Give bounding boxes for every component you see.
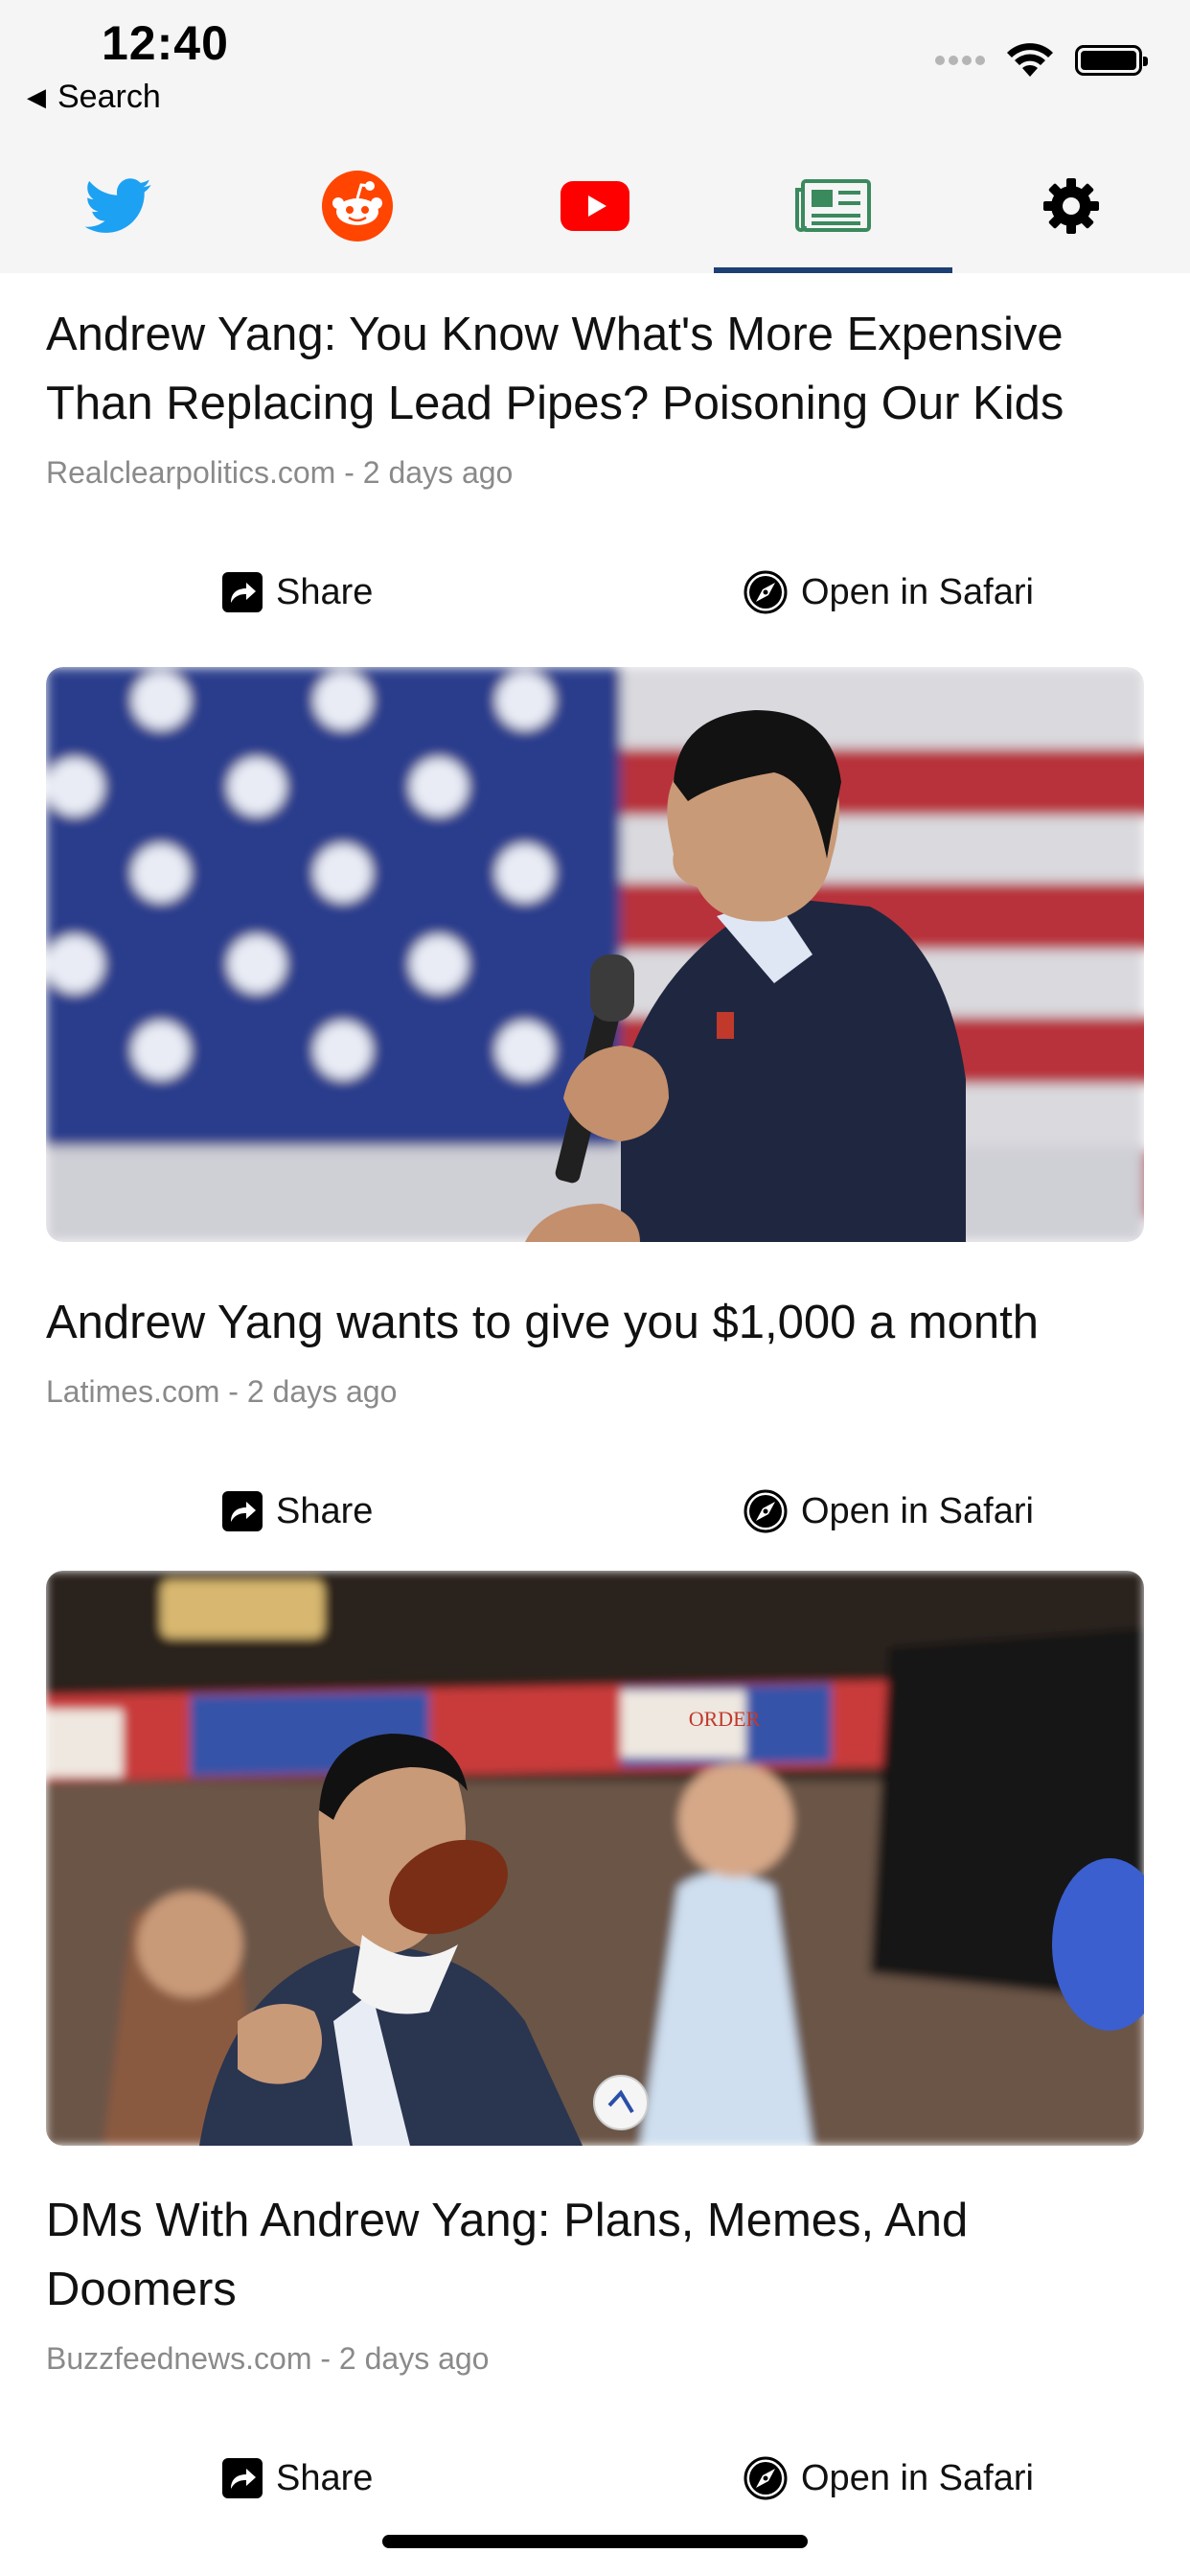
status-time: 12:40 (102, 16, 229, 70)
share-button[interactable]: Share (222, 533, 373, 652)
share-icon (222, 2458, 263, 2498)
share-button[interactable]: Share (222, 2419, 373, 2538)
article-source-date: Realclearpolitics.com - 2 days ago (46, 455, 514, 490)
tab-settings[interactable] (952, 139, 1190, 273)
status-icons (935, 42, 1148, 79)
source-tab-bar (0, 139, 1190, 273)
reddit-alien-icon (321, 171, 393, 242)
share-icon (222, 1491, 263, 1531)
cellular-signal-icon (935, 56, 985, 65)
gear-icon (1042, 178, 1099, 234)
compass-icon (744, 1489, 788, 1533)
open-in-safari-label: Open in Safari (801, 571, 1034, 612)
article-card[interactable]: ORDER DMs With Andrew Yang: Plans, Memes… (0, 1571, 1190, 2538)
share-button[interactable]: Share (222, 1452, 373, 1571)
open-in-safari-button[interactable]: Open in Safari (744, 533, 1034, 652)
open-in-safari-label: Open in Safari (801, 2457, 1034, 2498)
article-card[interactable]: Andrew Yang: You Know What's More Expens… (0, 273, 1190, 652)
article-source-date: Buzzfeednews.com - 2 days ago (46, 2341, 490, 2376)
tab-twitter[interactable] (0, 139, 238, 273)
tab-reddit[interactable] (238, 139, 475, 273)
tab-youtube[interactable] (476, 139, 714, 273)
open-in-safari-label: Open in Safari (801, 1490, 1034, 1531)
open-in-safari-button[interactable]: Open in Safari (744, 1452, 1034, 1571)
article-photo (46, 667, 1144, 1242)
back-to-search-button[interactable]: ◀ Search (27, 79, 161, 116)
newspaper-icon (795, 179, 872, 232)
article-card[interactable]: Andrew Yang wants to give you $1,000 a m… (0, 667, 1190, 1571)
status-bar: 12:40 ◀ Search (0, 0, 1190, 139)
article-title[interactable]: Andrew Yang: You Know What's More Expens… (46, 300, 1144, 438)
article-photo: ORDER (46, 1571, 1144, 2146)
back-label: Search (57, 79, 161, 115)
compass-icon (744, 570, 788, 614)
compass-icon (744, 2456, 788, 2500)
sign-text: ORDER (689, 1707, 761, 1731)
share-icon (222, 572, 263, 612)
share-label: Share (276, 571, 374, 612)
article-title[interactable]: DMs With Andrew Yang: Plans, Memes, And … (46, 2186, 1144, 2324)
battery-icon (1075, 45, 1148, 76)
article-actions: Share Open in Safari (0, 1452, 1190, 1571)
tab-news[interactable] (714, 139, 952, 273)
news-feed[interactable]: Andrew Yang: You Know What's More Expens… (0, 273, 1190, 2538)
article-image[interactable]: ORDER (46, 1571, 1144, 2146)
twitter-bird-icon (85, 178, 151, 233)
wifi-icon (1007, 43, 1053, 77)
home-indicator[interactable] (382, 2535, 808, 2548)
article-actions: Share Open in Safari (0, 2419, 1190, 2538)
article-image[interactable] (46, 667, 1144, 1242)
article-source-date: Latimes.com - 2 days ago (46, 1374, 398, 1409)
youtube-play-icon (560, 181, 629, 231)
back-triangle-icon: ◀ (27, 82, 46, 111)
article-actions: Share Open in Safari (0, 533, 1190, 652)
share-label: Share (276, 2457, 374, 2498)
open-in-safari-button[interactable]: Open in Safari (744, 2419, 1034, 2538)
share-label: Share (276, 1490, 374, 1531)
article-title[interactable]: Andrew Yang wants to give you $1,000 a m… (46, 1288, 1144, 1357)
